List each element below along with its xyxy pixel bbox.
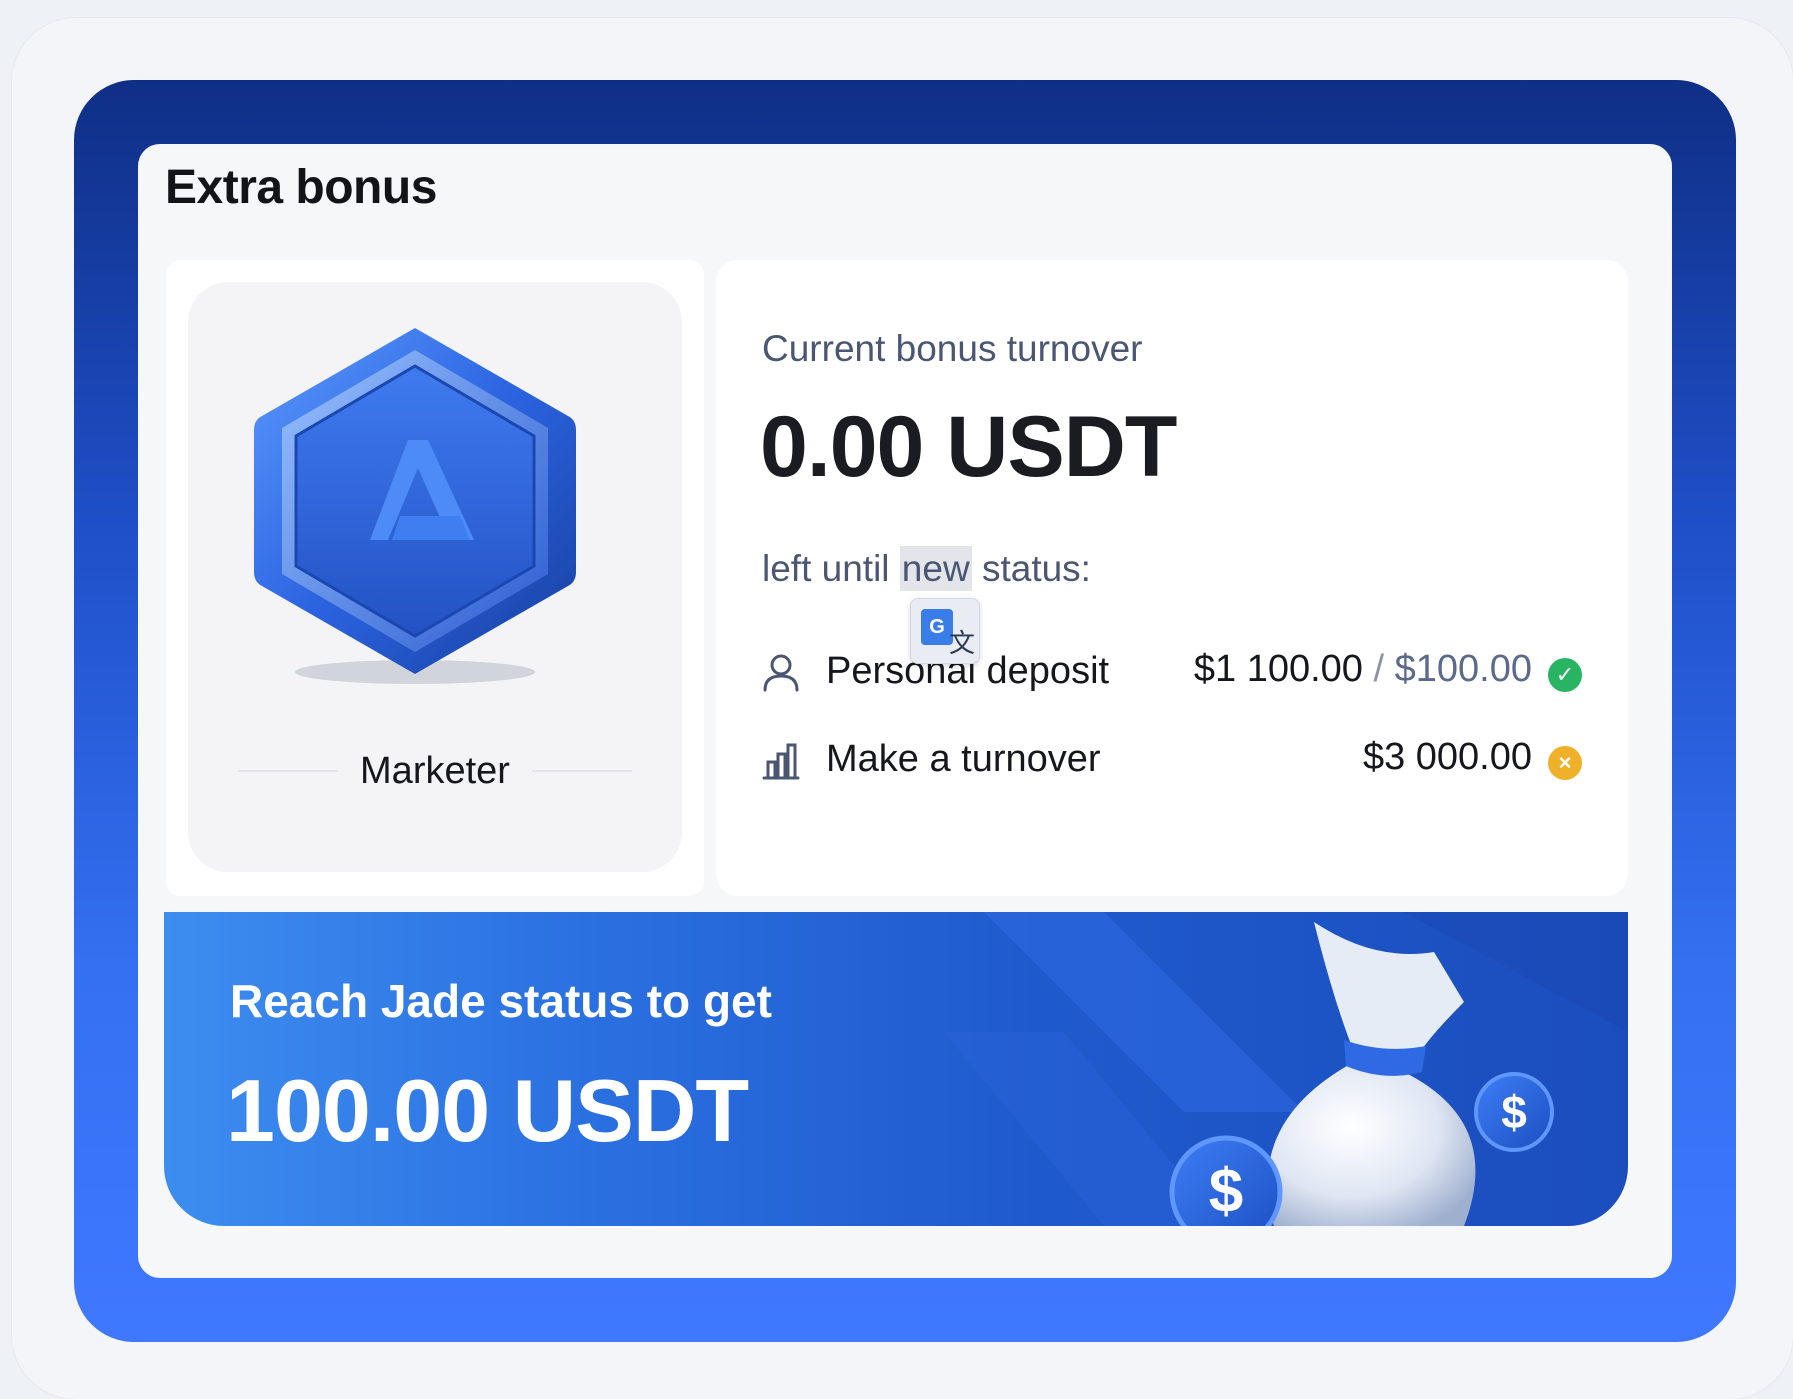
cross-icon: ×	[1548, 746, 1582, 780]
status-name: Marketer	[360, 749, 510, 792]
divider	[238, 770, 339, 772]
heading-suffix: status:	[971, 548, 1091, 589]
hexagon-badge-icon	[254, 328, 576, 684]
requirement-label: Make a turnover	[826, 738, 1101, 780]
bar-chart-icon	[762, 743, 800, 780]
translate-glyph: 文	[949, 628, 976, 658]
requirement-current: $1 100.00	[1193, 648, 1363, 690]
status-badge-caption: Marketer	[228, 745, 642, 797]
status-requirements-heading: left until new status:	[762, 546, 1091, 591]
promo-banner: Reach Jade status to get 100.00 USDT $ $	[164, 912, 1628, 1226]
heading-highlight: new	[899, 546, 972, 591]
heading-prefix: left until	[762, 548, 900, 589]
requirement-separator: /	[1362, 648, 1395, 690]
money-bag-icon: $ $	[1169, 922, 1554, 1226]
turnover-amount: 0.00 USDT	[760, 399, 1177, 495]
svg-text:$: $	[1209, 1157, 1243, 1226]
svg-text:$: $	[1501, 1086, 1527, 1138]
divider	[531, 770, 632, 772]
promo-amount: 100.00 USDT	[226, 1061, 749, 1160]
user-icon	[763, 654, 799, 692]
requirement-row-deposit: Personal deposit $1 100.00 / $100.00 ✓	[760, 644, 1582, 700]
check-icon: ✓	[1548, 658, 1582, 692]
card-title: Extra bonus	[165, 161, 437, 214]
requirement-target: $100.00	[1394, 648, 1532, 690]
turnover-subtitle: Current bonus turnover	[762, 328, 1143, 369]
google-translate-icon[interactable]: G 文	[910, 598, 980, 664]
requirement-progress: $1 100.00 / $100.00	[1194, 648, 1532, 691]
requirement-current: $3 000.00	[1362, 736, 1532, 778]
promo-text: Reach Jade status to get	[230, 975, 772, 1027]
requirement-row-turnover: Make a turnover $3 000.00 ×	[760, 732, 1582, 788]
